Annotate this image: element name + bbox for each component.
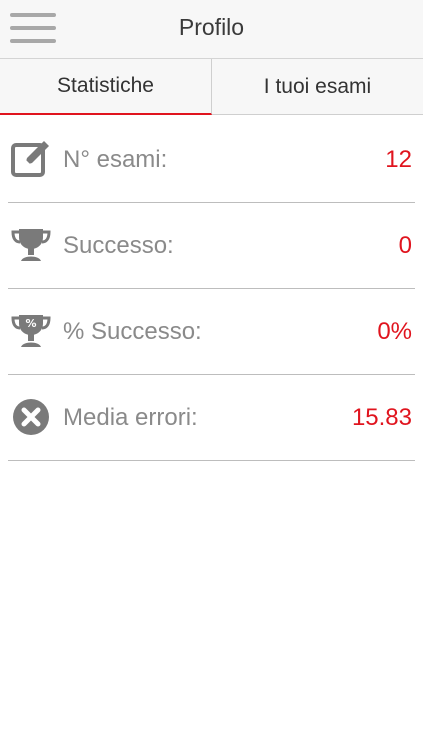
trophy-icon xyxy=(11,229,51,261)
stat-label: Media errori: xyxy=(63,404,198,431)
tab-bar: Statistiche I tuoi esami xyxy=(0,59,423,115)
stat-label: N° esami: xyxy=(63,146,168,173)
tab-statistiche[interactable]: Statistiche xyxy=(0,59,212,115)
trophy-percent-icon: % xyxy=(11,315,51,347)
stat-value: 0 xyxy=(398,232,412,259)
stat-row-num-esami: N° esami: 12 xyxy=(8,117,415,203)
stat-value: 0% xyxy=(377,318,412,345)
navbar: Profilo xyxy=(0,0,423,59)
stat-row-successo: Successo: 0 xyxy=(8,203,415,289)
stat-label: Successo: xyxy=(63,232,174,259)
svg-text:%: % xyxy=(25,317,36,330)
stat-row-percent-successo: % % Successo: 0% xyxy=(8,289,415,375)
stat-row-media-errori: Media errori: 15.83 xyxy=(8,375,415,461)
stat-value: 12 xyxy=(385,146,412,173)
stat-value: 15.83 xyxy=(351,404,412,431)
error-circle-icon xyxy=(13,399,49,435)
edit-icon xyxy=(11,141,49,177)
tab-i-tuoi-esami[interactable]: I tuoi esami xyxy=(212,59,423,115)
stats-list: N° esami: 12 Successo: 0 % % Successo: 0… xyxy=(0,117,423,461)
page-title: Profilo xyxy=(178,14,245,40)
stat-label: % Successo: xyxy=(63,318,202,345)
